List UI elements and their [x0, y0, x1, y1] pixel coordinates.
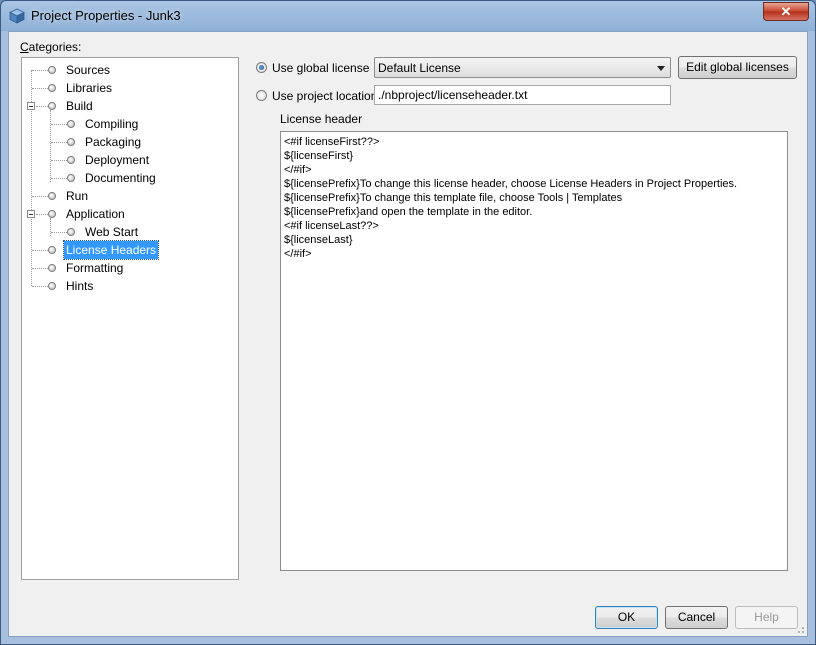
project-location-radio[interactable]: [256, 90, 267, 101]
tree-item-documenting[interactable]: Documenting: [22, 169, 238, 187]
project-location-field[interactable]: [374, 85, 671, 105]
node-bullet-icon: [48, 102, 56, 110]
tree-item-hints[interactable]: Hints: [22, 277, 238, 295]
editor-line: ${licenseFirst}: [284, 150, 354, 162]
license-header-editor[interactable]: <#if licenseFirst??> ${licenseFirst} </#…: [280, 131, 788, 571]
editor-line: ${licensePrefix}and open the template in…: [284, 206, 533, 218]
node-bullet-icon: [48, 66, 56, 74]
project-cube-icon: [9, 8, 25, 24]
tree-item-build[interactable]: Build: [22, 97, 238, 115]
node-bullet-icon: [67, 156, 75, 164]
tree-item-packaging[interactable]: Packaging: [22, 133, 238, 151]
window-title: Project Properties - Junk3: [31, 8, 181, 23]
global-license-select[interactable]: Default License: [374, 57, 671, 78]
tree-item-license-headers[interactable]: License Headers: [22, 240, 238, 260]
tree-item-compiling[interactable]: Compiling: [22, 115, 238, 133]
node-bullet-icon: [48, 264, 56, 272]
node-bullet-icon: [48, 210, 56, 218]
tree-item-run[interactable]: Run: [22, 187, 238, 205]
project-location-input[interactable]: [375, 86, 670, 104]
node-bullet-icon: [48, 246, 56, 254]
close-icon: ✕: [780, 4, 792, 19]
editor-line: </#if>: [284, 248, 312, 260]
tree-item-formatting[interactable]: Formatting: [22, 259, 238, 277]
editor-line: ${licenseLast}: [284, 234, 353, 246]
editor-line: <#if licenseFirst??>: [284, 136, 380, 148]
categories-tree[interactable]: Sources Libraries Build Compiling Packag…: [21, 57, 239, 580]
dialog-content: Categories: Sources Libraries Build Comp…: [8, 31, 808, 637]
resize-grip-icon[interactable]: [795, 624, 805, 634]
help-button[interactable]: Help: [735, 606, 798, 629]
node-bullet-icon: [48, 84, 56, 92]
ok-button[interactable]: OK: [595, 606, 658, 629]
license-header-label: License header: [280, 112, 363, 126]
dropdown-arrow-icon: [657, 66, 665, 71]
tree-item-libraries[interactable]: Libraries: [22, 79, 238, 97]
editor-line: <#if licenseLast??>: [284, 220, 379, 232]
cancel-button[interactable]: Cancel: [665, 606, 728, 629]
tree-item-web-start[interactable]: Web Start: [22, 223, 238, 241]
tree-item-sources[interactable]: Sources: [22, 61, 238, 79]
node-bullet-icon: [67, 138, 75, 146]
node-bullet-icon: [67, 120, 75, 128]
editor-line: ${licensePrefix}To change this license h…: [284, 178, 738, 190]
editor-line: </#if>: [284, 164, 312, 176]
node-bullet-icon: [67, 174, 75, 182]
tree-item-application[interactable]: Application: [22, 205, 238, 223]
global-license-radio[interactable]: [256, 62, 267, 73]
node-bullet-icon: [48, 192, 56, 200]
categories-label: Categories:: [20, 40, 82, 54]
editor-line: ${licensePrefix}To change this template …: [284, 192, 623, 204]
node-bullet-icon: [48, 282, 56, 290]
edit-global-licenses-button[interactable]: Edit global licenses: [678, 56, 797, 79]
node-bullet-icon: [67, 228, 75, 236]
collapse-toggle-icon[interactable]: [27, 102, 35, 110]
tree-item-deployment[interactable]: Deployment: [22, 151, 238, 169]
close-button[interactable]: ✕: [763, 2, 809, 21]
collapse-toggle-icon[interactable]: [27, 210, 35, 218]
title-bar[interactable]: Project Properties - Junk3 ✕: [1, 1, 815, 31]
project-properties-dialog: Project Properties - Junk3 ✕ Categories:…: [0, 0, 816, 645]
